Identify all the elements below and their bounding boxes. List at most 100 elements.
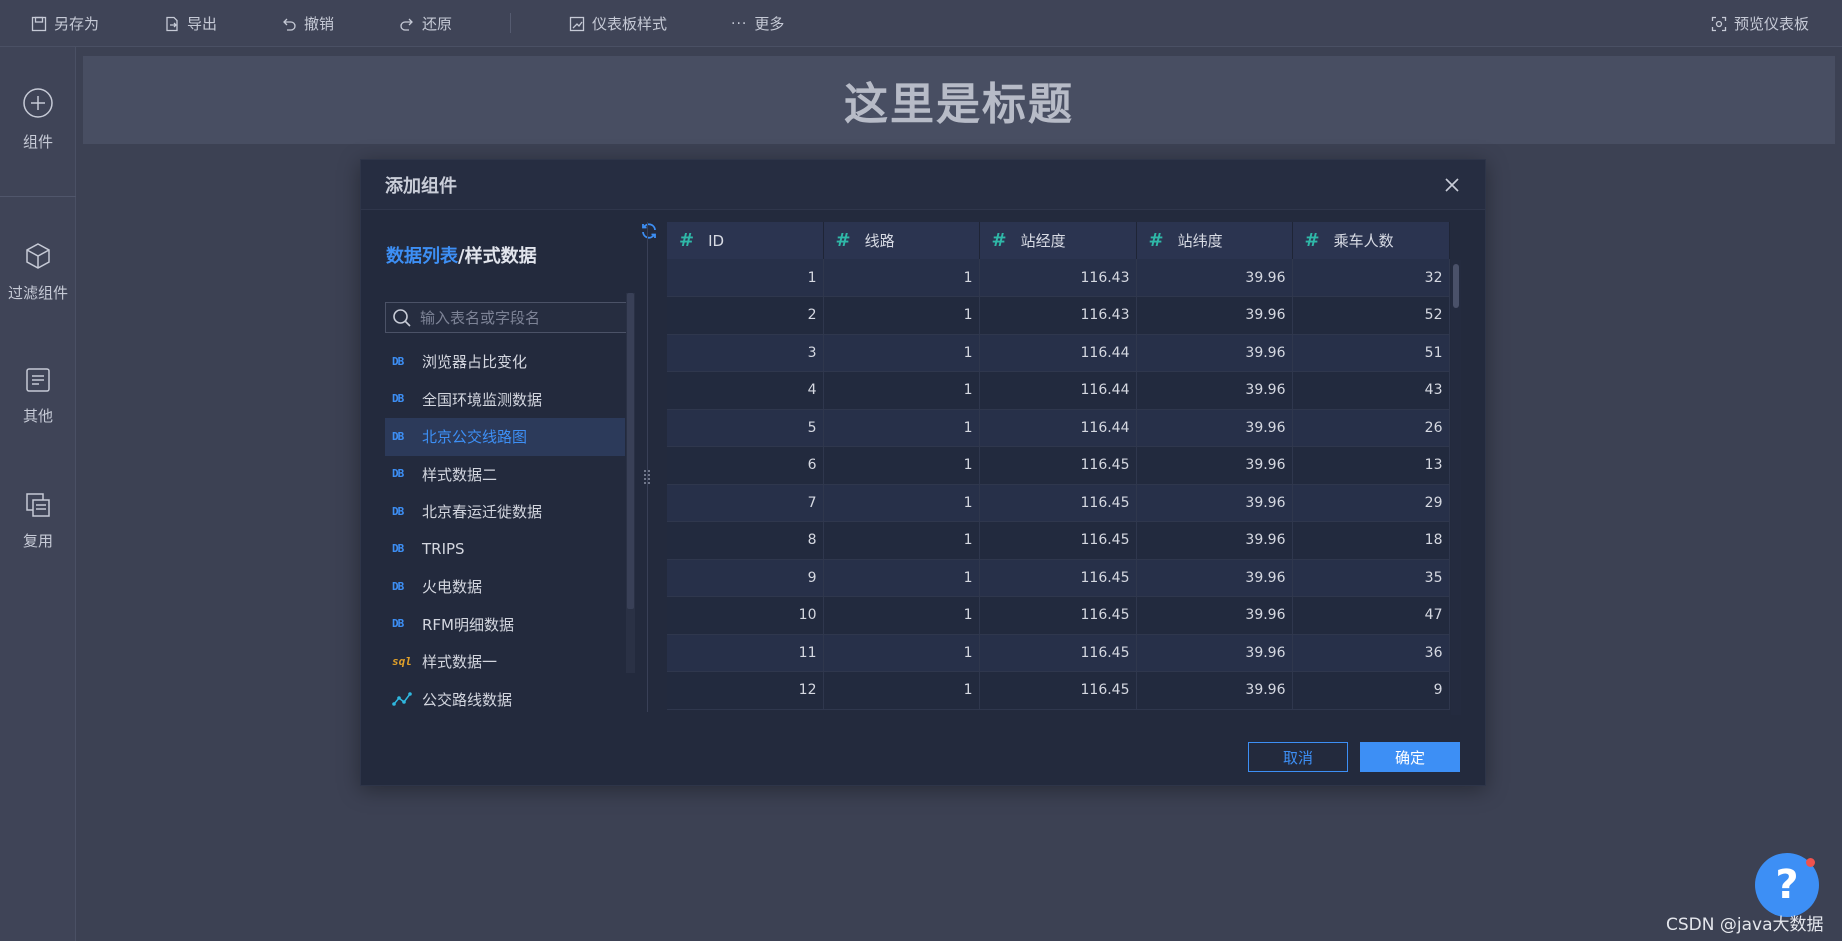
table-header-row: # ID # 线路 # 站经度 # 站纬度 # 乘车人数 — [667, 222, 1450, 259]
export-button[interactable]: 导出 — [164, 13, 217, 34]
table-cell: 1 — [823, 634, 980, 672]
table-cell: 26 — [1292, 409, 1450, 447]
dataset-item-label: 样式数据一 — [422, 653, 498, 672]
table-row: 11 1 116.45 39.96 36 — [667, 634, 1450, 672]
table-cell: 6 — [667, 446, 824, 485]
table-cell: 1 — [823, 259, 980, 297]
db-icon: DB — [392, 504, 404, 518]
column-header-label: 站经度 — [1020, 232, 1066, 250]
data-preview-table: # ID # 线路 # 站经度 # 站纬度 # 乘车人数 1 1 116.43 39.96 32 2 1 116… — [667, 222, 1454, 718]
table-cell: 39.96 — [1136, 671, 1293, 710]
column-header[interactable]: # 站纬度 — [1136, 222, 1293, 259]
dataset-item-label: 北京公交线路图 — [422, 428, 528, 447]
drag-handle-icon[interactable] — [643, 468, 651, 486]
rail-label-reuse: 复用 — [22, 532, 53, 550]
table-cell: 116.44 — [979, 409, 1137, 447]
rail-item-filter[interactable]: 过滤组件 — [0, 242, 76, 303]
redo-icon — [400, 18, 413, 31]
table-scroll-thumb[interactable] — [1453, 264, 1459, 308]
table-cell: 4 — [667, 371, 824, 410]
dataset-item[interactable]: DB 全国环境监测数据 — [385, 381, 625, 419]
dataset-item[interactable]: DB 北京春运迁徙数据 — [385, 493, 625, 531]
dataset-panel: 数据列表/样式数据 DB浏览器占比变化DB全国环境监测数据DB北京公交线路图DB… — [385, 210, 656, 726]
dataset-item-label: 浏览器占比变化 — [422, 353, 528, 372]
rail-item-reuse[interactable]: 复用 — [0, 492, 76, 551]
table-cell: 39.96 — [1136, 559, 1293, 597]
column-header[interactable]: # ID — [667, 222, 824, 259]
table-cell: 1 — [823, 409, 980, 447]
export-icon — [166, 16, 178, 31]
style-icon — [569, 16, 585, 31]
search-input[interactable] — [420, 304, 620, 331]
table-row: 6 1 116.45 39.96 13 — [667, 446, 1450, 485]
table-row: 7 1 116.45 39.96 29 — [667, 484, 1450, 522]
more-button[interactable]: ··· 更多 — [731, 13, 784, 34]
rail-label-components: 组件 — [22, 133, 53, 151]
db-icon: DB — [392, 354, 404, 368]
dataset-item[interactable]: sql 样式数据一 — [385, 643, 625, 681]
table-cell: 116.43 — [979, 259, 1137, 297]
number-type-icon: # — [991, 230, 1007, 251]
table-cell: 1 — [823, 596, 980, 635]
table-row: 4 1 116.44 39.96 43 — [667, 371, 1450, 410]
table-cell: 116.44 — [979, 334, 1137, 372]
dataset-item[interactable]: DB RFM明细数据 — [385, 606, 625, 644]
ok-button[interactable]: 确定 — [1360, 742, 1460, 772]
watermark: CSDN @java大数据 — [1666, 915, 1824, 935]
db-icon: DB — [392, 542, 404, 556]
dataset-item[interactable]: DB 浏览器占比变化 — [385, 343, 625, 381]
table-cell: 116.45 — [979, 446, 1137, 485]
column-header-label: 乘车人数 — [1333, 232, 1394, 250]
redo-button[interactable]: 还原 — [399, 13, 452, 34]
dataset-item-label: 样式数据二 — [422, 465, 498, 484]
dataset-item[interactable]: DB TRIPS — [385, 531, 625, 569]
preview-dashboard-button[interactable]: 预览仪表板 — [1711, 13, 1809, 34]
column-header[interactable]: # 站经度 — [979, 222, 1137, 259]
help-icon: ? — [1775, 862, 1799, 908]
dataset-item[interactable]: DB 北京公交线路图 — [385, 418, 625, 456]
table-cell: 39.96 — [1136, 446, 1293, 485]
more-icon: ··· — [731, 15, 748, 32]
table-cell: 7 — [667, 484, 824, 522]
table-cell: 35 — [1292, 559, 1450, 597]
table-cell: 39.96 — [1136, 596, 1293, 635]
dataset-item[interactable]: DB 样式数据二 — [385, 456, 625, 494]
table-cell: 39.96 — [1136, 371, 1293, 410]
db-icon: DB — [392, 617, 404, 631]
rail-label-others: 其他 — [22, 407, 53, 425]
table-cell: 47 — [1292, 596, 1450, 635]
table-cell: 39.96 — [1136, 259, 1293, 297]
save-as-button[interactable]: 另存为 — [31, 13, 99, 34]
dataset-list: DB 浏览器占比变化 DB 全国环境监测数据 DB 北京公交线路图 DB 样式数据二 DB 北京春… — [385, 343, 625, 723]
column-header[interactable]: # 乘车人数 — [1292, 222, 1450, 259]
table-scrollbar[interactable] — [1451, 260, 1461, 715]
breadcrumb-data-list[interactable]: 数据列表 — [386, 246, 458, 267]
list-scroll-thumb[interactable] — [627, 293, 634, 609]
table-cell: 11 — [667, 634, 824, 672]
number-type-icon: # — [1304, 230, 1320, 251]
rail-item-others[interactable]: 其他 — [0, 367, 76, 426]
table-cell: 18 — [1292, 521, 1450, 560]
dataset-item[interactable]: 公交路线数据 — [385, 681, 625, 719]
cancel-button[interactable]: 取消 — [1248, 742, 1348, 772]
rail-item-components[interactable]: 组件 — [0, 87, 76, 152]
breadcrumb-separator: / — [458, 246, 465, 267]
dataset-item-label: RFM明细数据 — [422, 615, 514, 634]
table-cell: 52 — [1292, 296, 1450, 335]
close-icon[interactable] — [1441, 174, 1463, 196]
table-row: 8 1 116.45 39.96 18 — [667, 521, 1450, 560]
canvas-title-block[interactable]: 这里是标题 — [83, 56, 1835, 144]
table-row: 10 1 116.45 39.96 47 — [667, 596, 1450, 635]
dataset-item[interactable]: DB 火电数据 — [385, 568, 625, 606]
document-icon — [26, 368, 50, 392]
refresh-icon[interactable] — [640, 222, 658, 240]
table-row: 2 1 116.43 39.96 52 — [667, 296, 1450, 335]
column-header[interactable]: # 线路 — [823, 222, 980, 259]
search-icon — [393, 309, 411, 327]
sql-icon: sql — [392, 654, 412, 668]
dataset-item-label: 火电数据 — [422, 578, 483, 597]
panel-splitter — [647, 222, 648, 712]
dashboard-style-button[interactable]: 仪表板样式 — [569, 13, 667, 34]
table-cell: 1 — [823, 484, 980, 522]
undo-button[interactable]: 撤销 — [281, 13, 334, 34]
